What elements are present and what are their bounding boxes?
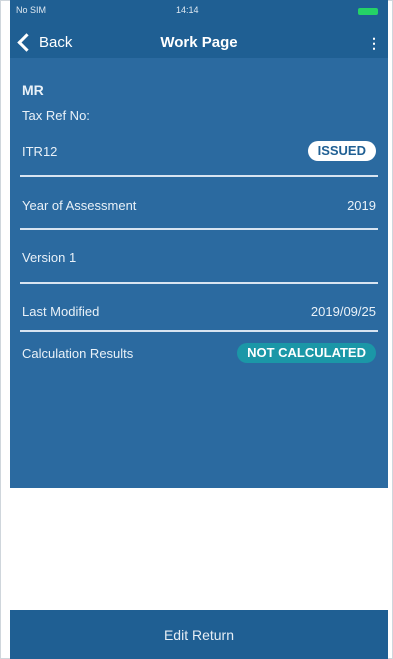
header-area: No SIM 14:14 Back Work Page ⋮ MR Tax Ref…: [10, 0, 388, 488]
status-badge-issued: ISSUED: [307, 141, 376, 161]
year-value: 2019: [347, 198, 376, 213]
more-options-icon[interactable]: ⋮: [367, 35, 381, 52]
tax-ref-label: Tax Ref No:: [22, 108, 90, 123]
carrier-text: No SIM: [16, 5, 47, 15]
page-title: Work Page: [160, 34, 238, 51]
divider: [20, 282, 378, 284]
status-bar: No SIM 14:14: [10, 0, 388, 24]
divider: [20, 330, 378, 332]
battery-icon: [358, 8, 378, 15]
divider: [20, 175, 378, 177]
return-type-row: ITR12 ISSUED: [22, 141, 376, 161]
calc-label: Calculation Results: [22, 346, 134, 361]
edit-return-button[interactable]: Edit Return: [10, 610, 388, 659]
modified-value: 2019/09/25: [310, 304, 376, 319]
edit-return-label: Edit Return: [163, 626, 235, 643]
divider: [20, 228, 378, 230]
return-type: ITR12: [22, 144, 58, 159]
clock-text: 14:14: [176, 5, 199, 15]
year-label: Year of Assessment: [22, 198, 137, 213]
return-summary-card: MR Tax Ref No: ITR12 ISSUED Year of Asse…: [10, 58, 388, 488]
year-row: Year of Assessment 2019: [22, 198, 376, 213]
navigation-bar: Back Work Page ⋮: [10, 24, 388, 58]
modified-label: Last Modified: [22, 304, 100, 319]
version-label: Version 1: [22, 250, 77, 265]
modified-row: Last Modified 2019/09/25: [22, 304, 376, 319]
status-badge-not-calculated: NOT CALCULATED: [237, 343, 376, 363]
calculation-row: Calculation Results NOT CALCULATED: [22, 343, 376, 363]
taxpayer-name: MR: [22, 82, 44, 98]
